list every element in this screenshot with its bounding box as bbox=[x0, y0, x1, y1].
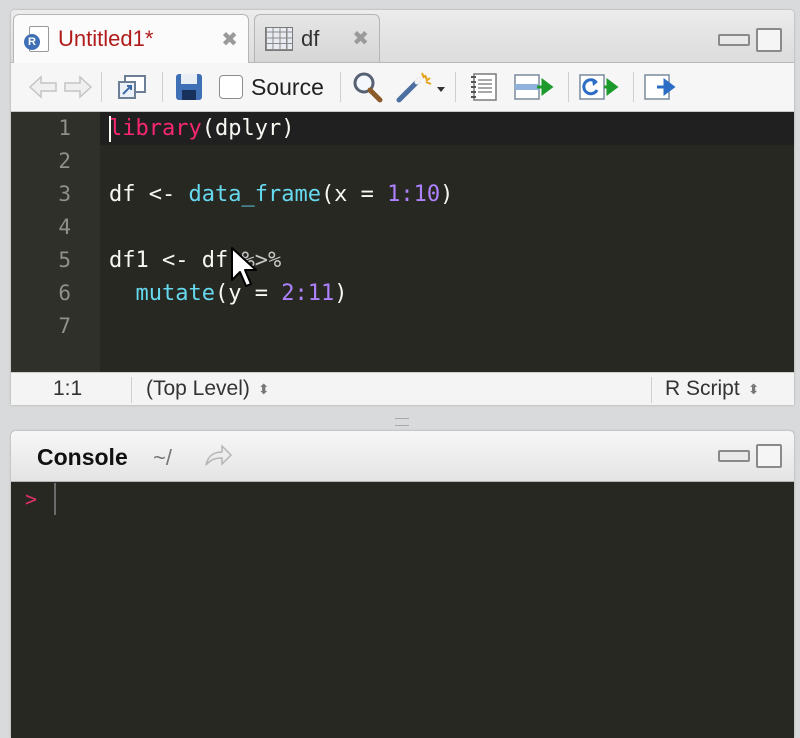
code-text: (dplyr) bbox=[201, 116, 295, 141]
maximize-pane-button[interactable] bbox=[756, 28, 782, 52]
function-token: data_frame bbox=[188, 182, 321, 207]
console-header: Console ~/ bbox=[11, 431, 794, 482]
go-to-directory-icon[interactable] bbox=[203, 443, 233, 475]
code-text: df <- bbox=[109, 182, 189, 207]
toolbar-separator bbox=[339, 72, 341, 102]
number-token: 1:10 bbox=[387, 182, 441, 207]
line-number: 2 bbox=[58, 149, 71, 173]
text-cursor bbox=[109, 116, 111, 142]
source-editor-pane: R Untitled1* ✖ df ✖ Source 1 2 3 4 5 6 7… bbox=[11, 10, 794, 405]
updown-chevron-icon: ⬍ bbox=[747, 380, 760, 397]
maximize-pane-button[interactable] bbox=[756, 444, 782, 468]
editor-toolbar: Source bbox=[11, 63, 794, 112]
line-number: 3 bbox=[58, 182, 71, 206]
cursor-position: 1:1 bbox=[53, 377, 83, 400]
file-type-label: R Script bbox=[665, 377, 740, 400]
forward-arrow-icon[interactable] bbox=[61, 70, 95, 104]
code-text: (x = bbox=[320, 182, 388, 207]
line-number: 7 bbox=[58, 314, 71, 338]
source-on-save-checkbox[interactable] bbox=[219, 75, 243, 99]
updown-chevron-icon: ⬍ bbox=[257, 380, 270, 397]
toolbar-separator bbox=[101, 72, 102, 102]
code-line-6[interactable]: mutate(y = 2:11) bbox=[109, 277, 348, 310]
code-text: ) bbox=[440, 182, 454, 207]
status-separator bbox=[651, 377, 652, 403]
pane-splitter[interactable] bbox=[395, 418, 409, 426]
toolbar-separator bbox=[454, 72, 456, 102]
close-tab-icon[interactable]: ✖ bbox=[352, 26, 369, 51]
minimize-pane-button[interactable] bbox=[718, 34, 750, 46]
tab-untitled1[interactable]: R Untitled1* ✖ bbox=[13, 14, 249, 63]
console-input-caret[interactable] bbox=[54, 483, 56, 515]
source-file-icon[interactable] bbox=[640, 70, 680, 104]
console-title: Console bbox=[37, 444, 128, 470]
toolbar-separator bbox=[162, 72, 163, 102]
console-pane: Console ~/ > bbox=[11, 431, 794, 738]
line-number: 5 bbox=[58, 248, 71, 272]
editor-tab-strip: R Untitled1* ✖ df ✖ bbox=[11, 10, 794, 63]
code-line-3[interactable]: df <- data_frame(x = 1:10) bbox=[109, 178, 453, 211]
rerun-icon[interactable] bbox=[575, 70, 625, 104]
line-number: 4 bbox=[58, 215, 71, 239]
code-text: df1 <- df bbox=[109, 248, 242, 273]
code-line-1[interactable]: library(dplyr) bbox=[109, 112, 294, 145]
file-type-selector[interactable]: R Script ⬍ bbox=[665, 377, 759, 401]
tab-df[interactable]: df ✖ bbox=[254, 14, 380, 62]
toolbar-separator bbox=[632, 72, 634, 102]
console-window-controls bbox=[718, 444, 782, 468]
toolbar-separator bbox=[567, 72, 569, 102]
function-token: mutate bbox=[135, 281, 215, 306]
r-file-icon: R bbox=[24, 26, 50, 52]
line-number: 1 bbox=[58, 116, 71, 140]
editor-window-controls bbox=[718, 28, 782, 52]
editor-status-bar: 1:1 (Top Level) ⬍ R Script ⬍ bbox=[11, 372, 794, 405]
run-line-icon[interactable] bbox=[510, 70, 560, 104]
console-prompt: > bbox=[25, 487, 38, 511]
save-icon[interactable] bbox=[169, 70, 209, 104]
wand-icon[interactable] bbox=[393, 70, 449, 104]
close-tab-icon[interactable]: ✖ bbox=[221, 27, 238, 52]
scope-selector[interactable]: (Top Level) ⬍ bbox=[146, 377, 270, 401]
mouse-pointer-icon bbox=[231, 247, 257, 287]
code-editor[interactable]: 1 2 3 4 5 6 7 library(dplyr) df <- data_… bbox=[11, 112, 794, 380]
working-directory-path: ~/ bbox=[153, 445, 172, 470]
line-number: 6 bbox=[58, 281, 71, 305]
show-in-window-icon[interactable] bbox=[108, 70, 156, 104]
source-on-save-toggle[interactable]: Source bbox=[219, 70, 324, 104]
search-icon[interactable] bbox=[347, 70, 387, 104]
status-separator bbox=[131, 377, 132, 403]
scope-label: (Top Level) bbox=[146, 377, 250, 400]
data-grid-icon bbox=[265, 26, 293, 51]
keyword-token: library bbox=[109, 116, 202, 141]
code-text: ) bbox=[334, 281, 348, 306]
tab-label-untitled1: Untitled1* bbox=[58, 26, 154, 51]
minimize-pane-button[interactable] bbox=[718, 450, 750, 462]
tab-label-df: df bbox=[301, 25, 320, 51]
compile-notebook-icon[interactable] bbox=[462, 70, 506, 104]
line-number-gutter: 1 2 3 4 5 6 7 bbox=[11, 112, 100, 380]
back-arrow-icon[interactable] bbox=[25, 70, 61, 104]
number-token: 2:11 bbox=[281, 281, 335, 306]
source-on-save-label: Source bbox=[251, 73, 324, 100]
